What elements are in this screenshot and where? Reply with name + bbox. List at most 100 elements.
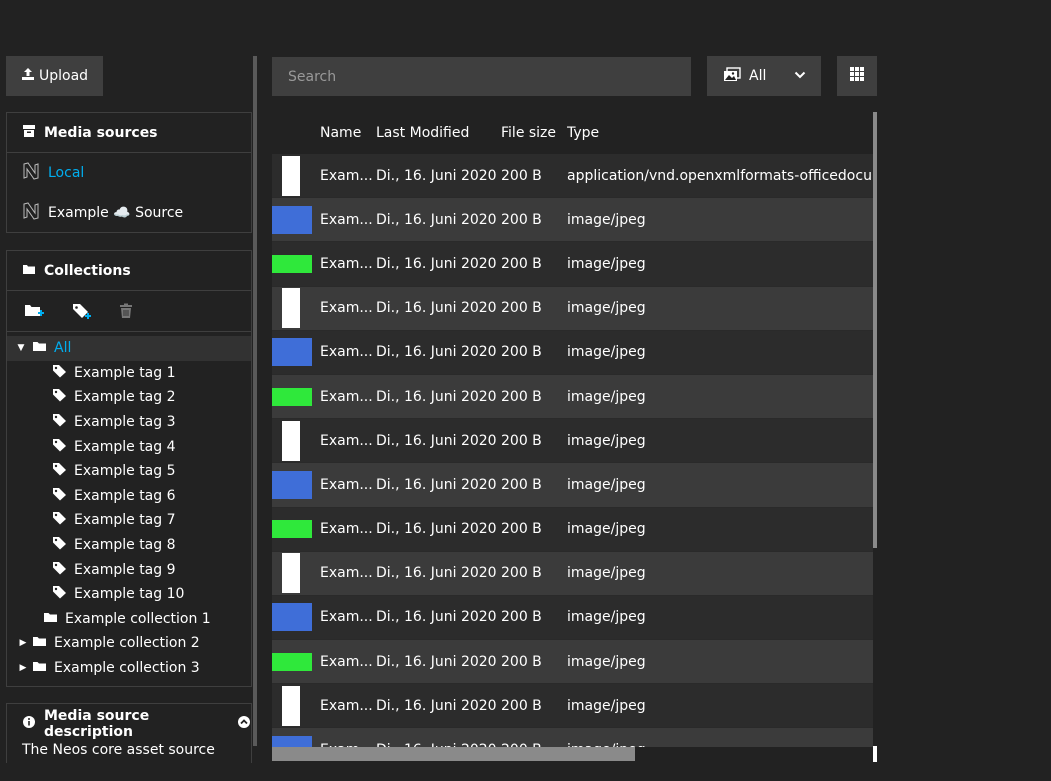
- panel-resize-handle[interactable]: [253, 56, 257, 746]
- chevron-up-icon[interactable]: [237, 715, 251, 733]
- tree-item-collection[interactable]: ▶ Example collection 2: [7, 631, 251, 656]
- tag-icon: [52, 561, 74, 579]
- asset-size: 200 B: [501, 521, 542, 538]
- asset-thumbnail[interactable]: [272, 520, 312, 539]
- table-row[interactable]: Exam...Di., 16. Juni 2020200 Bimage/jpeg: [272, 374, 873, 420]
- table-row[interactable]: Exam...Di., 16. Juni 2020200 Bimage/jpeg: [272, 330, 873, 375]
- media-source-example[interactable]: Example ☁️ Source: [7, 193, 251, 233]
- upload-button[interactable]: Upload: [6, 56, 103, 96]
- tag-icon: [52, 585, 74, 603]
- grid-view-button[interactable]: [837, 56, 877, 96]
- asset-size: 200 B: [501, 388, 542, 405]
- asset-modified: Di., 16. Juni 2020: [376, 432, 497, 449]
- tree-item-tag[interactable]: Example tag 1: [7, 361, 251, 386]
- asset-thumbnail[interactable]: [282, 420, 300, 461]
- table-row[interactable]: Exam...Di., 16. Juni 2020200 Bimage/jpeg: [272, 640, 873, 685]
- column-header-size[interactable]: File size: [501, 125, 567, 141]
- asset-size: 200 B: [501, 167, 542, 184]
- table-row[interactable]: Exam... Di., 16. Juni 2020 200 B applicatio…: [272, 154, 873, 199]
- asset-size: 200 B: [501, 432, 542, 449]
- asset-modified: Di., 16. Juni 2020: [376, 255, 497, 272]
- filter-value: All: [749, 68, 767, 84]
- table-row[interactable]: Exam...Di., 16. Juni 2020200 Bimage/jpeg: [272, 419, 873, 464]
- add-tag-button[interactable]: [71, 300, 93, 322]
- tree-item-tag[interactable]: Example tag 6: [7, 484, 251, 509]
- table-row[interactable]: Exam...Di., 16. Juni 2020200 Bimage/jpeg: [272, 507, 873, 552]
- add-collection-button[interactable]: [23, 300, 45, 322]
- asset-name: Exam...: [320, 388, 373, 405]
- tag-icon: [52, 388, 74, 406]
- column-header-type[interactable]: Type: [567, 125, 873, 141]
- asset-type: image/jpeg: [567, 300, 646, 317]
- description-header[interactable]: Media source description: [7, 704, 251, 744]
- media-sources-header: Media sources: [7, 113, 251, 153]
- caret-right-icon[interactable]: ▶: [18, 663, 28, 673]
- asset-thumbnail[interactable]: [282, 553, 300, 594]
- tag-icon: [52, 462, 74, 480]
- asset-name: Exam...: [320, 255, 373, 272]
- table-row[interactable]: Exam...Di., 16. Juni 2020200 Bimage/jpeg: [272, 684, 873, 729]
- vertical-scrollbar[interactable]: [873, 112, 877, 548]
- asset-thumbnail[interactable]: [272, 603, 312, 632]
- collection-tree: ▼ All Example tag 1 Example tag 2 Exampl…: [7, 332, 251, 680]
- asset-thumbnail[interactable]: [272, 387, 312, 406]
- asset-thumbnail[interactable]: [272, 338, 312, 367]
- tag-icon: [52, 413, 74, 431]
- media-source-local[interactable]: Local: [7, 153, 251, 193]
- asset-modified: Di., 16. Juni 2020: [376, 167, 497, 184]
- tree-item-tag[interactable]: Example tag 8: [7, 533, 251, 558]
- asset-thumbnail[interactable]: [272, 470, 312, 499]
- asset-type: image/jpeg: [567, 521, 646, 538]
- asset-name: Exam...: [320, 211, 373, 228]
- table-row[interactable]: Exam...Di., 16. Juni 2020200 Bimage/jpeg: [272, 463, 873, 508]
- asset-thumbnail[interactable]: [272, 652, 312, 671]
- media-sources-panel: Media sources Local Example ☁️ Source: [6, 112, 252, 233]
- column-header-name[interactable]: Name: [320, 125, 376, 141]
- column-header-modified[interactable]: Last Modified: [376, 125, 501, 141]
- table-row[interactable]: Exam...Di., 16. Juni 2020200 Bimage/jpeg: [272, 198, 873, 243]
- tree-item-tag[interactable]: Example tag 3: [7, 410, 251, 435]
- asset-type: image/jpeg: [567, 565, 646, 582]
- asset-modified: Di., 16. Juni 2020: [376, 609, 497, 626]
- asset-thumbnail[interactable]: [282, 685, 300, 726]
- tree-item-collection[interactable]: Example collection 1: [7, 607, 251, 632]
- asset-type: image/jpeg: [567, 432, 646, 449]
- tree-item-tag[interactable]: Example tag 9: [7, 557, 251, 582]
- asset-size: 200 B: [501, 211, 542, 228]
- upload-icon: [21, 67, 35, 85]
- tree-item-collection[interactable]: ▶ Example collection 3: [7, 656, 251, 681]
- tree-item-tag[interactable]: Example tag 7: [7, 508, 251, 533]
- tree-item-tag[interactable]: Example tag 10: [7, 582, 251, 607]
- asset-thumbnail[interactable]: [272, 254, 312, 273]
- caret-right-icon[interactable]: ▶: [18, 638, 28, 648]
- table-row[interactable]: Exam...Di., 16. Juni 2020200 Bimage/jpeg: [272, 728, 873, 747]
- media-type-filter[interactable]: All: [707, 56, 821, 96]
- table-row[interactable]: Exam...Di., 16. Juni 2020200 Bimage/jpeg: [272, 551, 873, 596]
- tree-item-all[interactable]: ▼ All: [7, 336, 251, 361]
- table-row[interactable]: Exam...Di., 16. Juni 2020200 Bimage/jpeg: [272, 242, 873, 287]
- asset-thumbnail[interactable]: [282, 155, 300, 196]
- asset-type: image/jpeg: [567, 211, 646, 228]
- delete-button[interactable]: [119, 300, 141, 322]
- asset-modified: Di., 16. Juni 2020: [376, 344, 497, 361]
- asset-thumbnail[interactable]: [272, 736, 312, 747]
- horizontal-scrollbar[interactable]: [272, 747, 635, 761]
- table-row[interactable]: Exam...Di., 16. Juni 2020200 Bimage/jpeg: [272, 595, 873, 641]
- asset-type: image/jpeg: [567, 609, 646, 626]
- caret-down-icon[interactable]: ▼: [16, 343, 26, 353]
- tree-item-tag[interactable]: Example tag 5: [7, 459, 251, 484]
- asset-thumbnail[interactable]: [272, 205, 312, 234]
- search-input[interactable]: [272, 57, 691, 96]
- asset-size: 200 B: [501, 300, 542, 317]
- description-text: The Neos core asset source: [22, 742, 215, 758]
- asset-size: 200 B: [501, 565, 542, 582]
- table-row[interactable]: Exam...Di., 16. Juni 2020200 Bimage/jpeg: [272, 286, 873, 331]
- asset-thumbnail[interactable]: [282, 288, 300, 329]
- tree-item-tag[interactable]: Example tag 2: [7, 385, 251, 410]
- asset-size: 200 B: [501, 697, 542, 714]
- asset-name: Exam...: [320, 521, 373, 538]
- tree-item-tag[interactable]: Example tag 4: [7, 434, 251, 459]
- images-icon: [723, 66, 741, 86]
- asset-name: Exam...: [320, 167, 373, 184]
- info-icon: [22, 715, 36, 733]
